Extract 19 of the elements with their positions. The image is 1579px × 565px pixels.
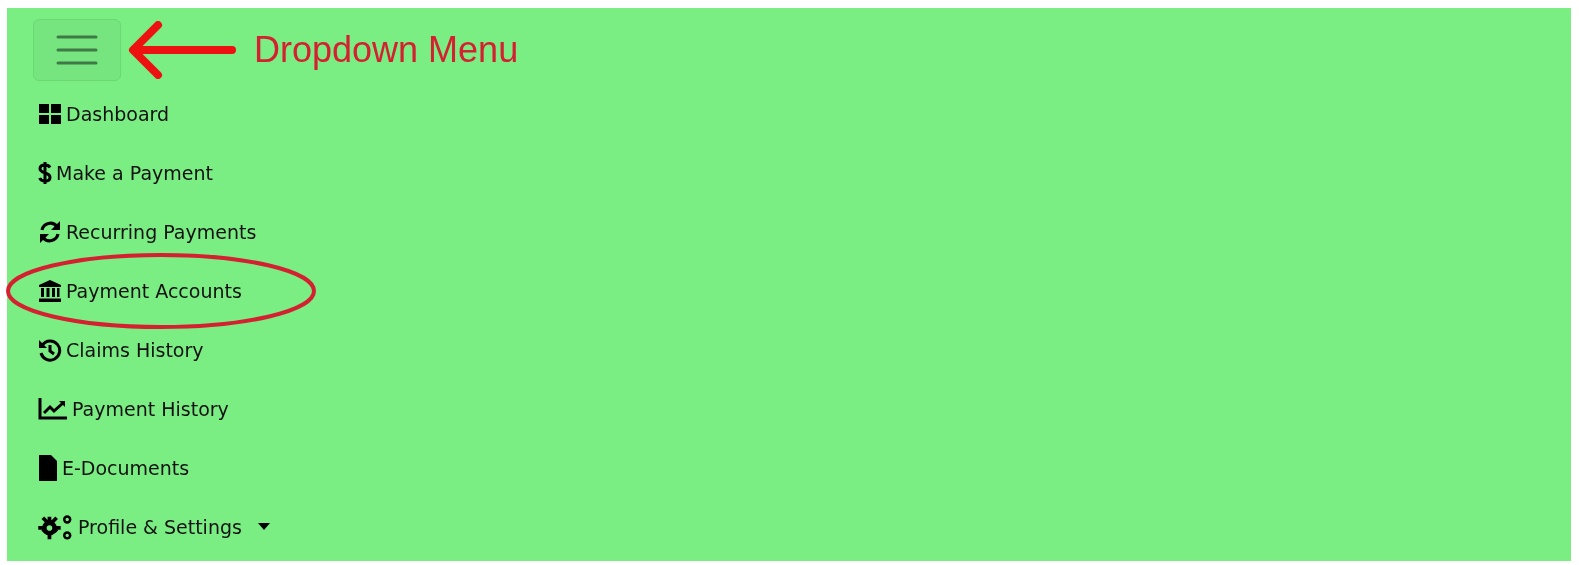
nav-item[interactable]: Dashboard (38, 101, 170, 126)
grid-icon (38, 101, 62, 126)
history-icon (38, 337, 62, 362)
menu-icon (56, 34, 98, 66)
menu-button[interactable] (33, 19, 121, 81)
annotation-label: Dropdown Menu (254, 29, 519, 71)
nav-item[interactable]: Claims History (38, 337, 204, 362)
gears-icon (38, 512, 74, 541)
line-chart-icon (38, 396, 68, 421)
arrow-icon (128, 21, 236, 79)
nav-item[interactable]: E-Documents (38, 453, 190, 482)
nav-item[interactable]: Recurring Payments (38, 219, 257, 244)
nav-item[interactable]: Payment History (38, 396, 229, 421)
bank-icon (38, 278, 62, 303)
nav-item[interactable]: Make a Payment (38, 160, 213, 185)
refresh-icon (38, 219, 62, 244)
dollar-icon (38, 160, 52, 185)
document-icon (38, 453, 58, 482)
nav-item[interactable]: Profile & Settings (38, 512, 270, 541)
